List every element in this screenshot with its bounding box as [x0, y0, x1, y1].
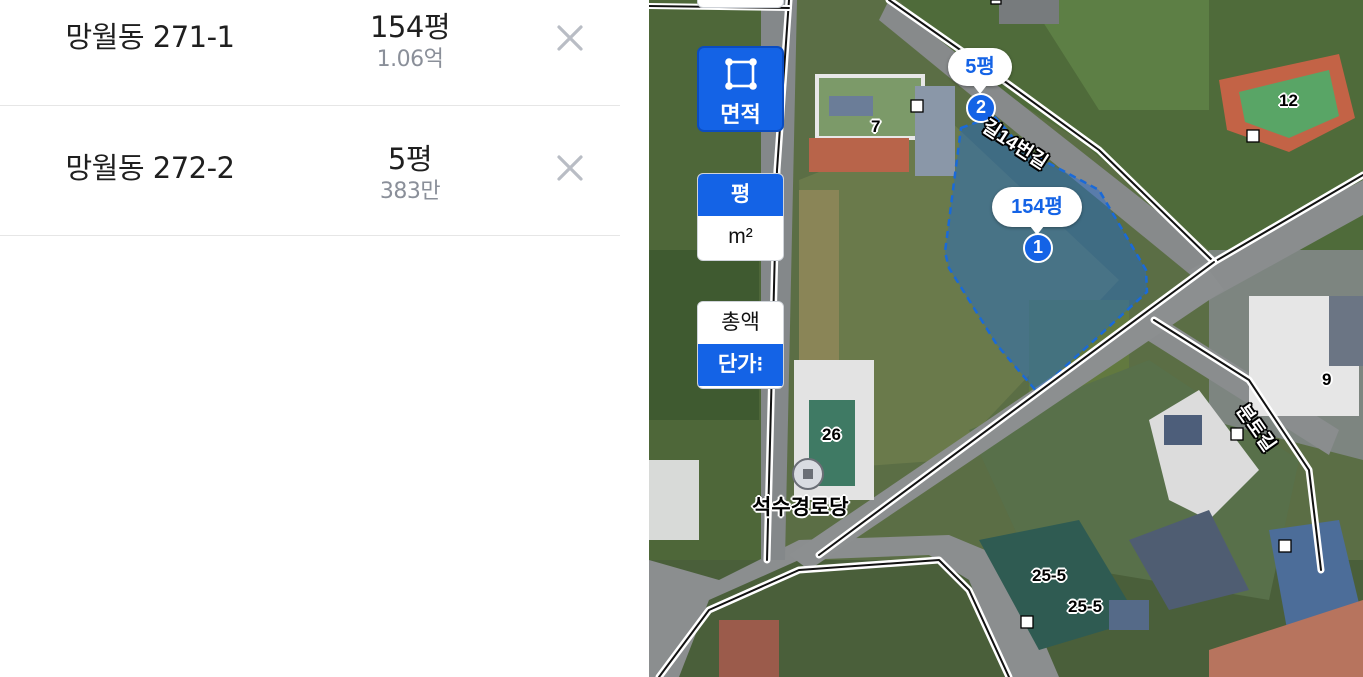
unit-toggle: 평 m² — [697, 173, 784, 261]
parcel-pin[interactable]: 1 — [1023, 233, 1053, 263]
building-number: 25-5 — [1068, 597, 1103, 616]
building-number: 9 — [1322, 370, 1332, 389]
price-total-button[interactable]: 총액 — [698, 302, 783, 344]
building-number: 25-5 — [1032, 566, 1067, 585]
poi-label[interactable]: 석수경로당 — [752, 491, 849, 521]
satellite-map[interactable]: 면적 평 m² 총액 단가⁝ 5평 154평 2 1 12 7 9 26 25-… — [649, 0, 1363, 677]
area-measure-button[interactable]: 면적 — [697, 46, 784, 132]
unit-pyeong-button[interactable]: 평 — [698, 174, 783, 216]
close-icon — [557, 155, 583, 181]
app: 망월동 271-1 154평 1.06억 망월동 272-2 5평 383만 면… — [0, 0, 1363, 677]
price-unit-button[interactable]: 단가⁝ — [698, 344, 783, 386]
close-icon — [557, 25, 583, 51]
area-measure-label: 면적 — [720, 102, 761, 127]
building-number: 12 — [1279, 91, 1298, 110]
parcel-row[interactable]: 망월동 271-1 154평 1.06억 — [0, 0, 620, 106]
building-number: 26 — [822, 425, 841, 444]
parcel-area: 5평 — [387, 142, 433, 176]
parcel-address: 망월동 272-2 — [65, 151, 235, 185]
parcel-price: 1.06억 — [376, 47, 444, 72]
selected-parcels-panel: 망월동 271-1 154평 1.06억 망월동 272-2 5평 383만 — [0, 0, 620, 677]
price-toggle: 총액 단가⁝ — [697, 301, 784, 389]
parcel-area: 154평 — [369, 10, 451, 44]
building-number: 7 — [871, 117, 881, 136]
senior-center-poi-icon[interactable] — [792, 458, 824, 490]
parcel-row[interactable]: 망월동 272-2 5평 383만 — [0, 106, 620, 236]
remove-parcel-button[interactable] — [552, 20, 588, 56]
map-control-top[interactable] — [697, 0, 784, 8]
area-bubble[interactable]: 154평 — [992, 187, 1082, 235]
area-bubble[interactable]: 5평 — [948, 48, 1012, 94]
parcel-address: 망월동 271-1 — [65, 20, 235, 54]
remove-parcel-button[interactable] — [552, 150, 588, 186]
parcel-price: 383만 — [379, 179, 441, 204]
unit-sqm-button[interactable]: m² — [698, 216, 783, 258]
area-select-icon — [724, 58, 757, 90]
